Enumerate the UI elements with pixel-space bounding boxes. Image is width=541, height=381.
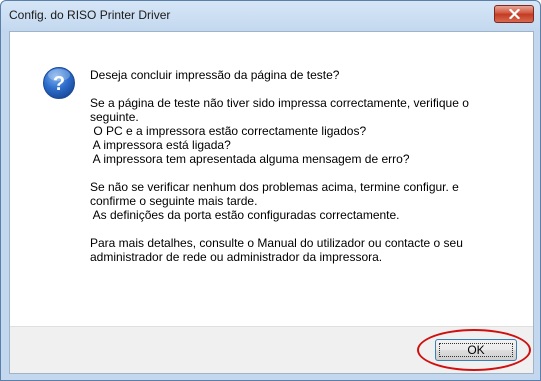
problems-line-2: confirme o seguinte mais tarde.	[90, 194, 258, 208]
ok-button-label: OK	[467, 343, 485, 357]
details-line-2: administrador de rede ou administrador d…	[90, 250, 383, 264]
close-icon	[509, 9, 520, 19]
button-bar: OK	[10, 326, 533, 373]
question-icon: ?	[43, 67, 75, 99]
problems-item-port: As definições da porta estão configurada…	[90, 208, 400, 222]
check-item-powered: A impressora está ligada?	[90, 138, 231, 152]
close-button[interactable]	[494, 5, 534, 23]
check-intro-line-2: seguinte.	[90, 110, 139, 124]
details-line-1: Para mais detalhes, consulte o Manual do…	[90, 236, 463, 250]
problems-line-1: Se não se verificar nenhum dos problemas…	[90, 180, 459, 194]
ok-button[interactable]: OK	[435, 339, 517, 361]
check-item-error: A impressora tem apresentada alguma mens…	[90, 152, 410, 166]
title-bar[interactable]: Config. do RISO Printer Driver	[1, 1, 541, 31]
dialog-window: Config. do RISO Printer Driver ? Deseja …	[0, 0, 541, 381]
dialog-content: ? Deseja concluir impressão da página de…	[9, 31, 534, 374]
question-text: Deseja concluir impressão da página de t…	[90, 68, 340, 82]
check-intro-line-1: Se a página de teste não tiver sido impr…	[90, 96, 469, 110]
svg-text:?: ?	[53, 73, 65, 95]
message-text: Deseja concluir impressão da página de t…	[90, 68, 520, 264]
check-item-connected: O PC e a impressora estão correctamente …	[90, 124, 367, 138]
window-title: Config. do RISO Printer Driver	[9, 8, 171, 22]
